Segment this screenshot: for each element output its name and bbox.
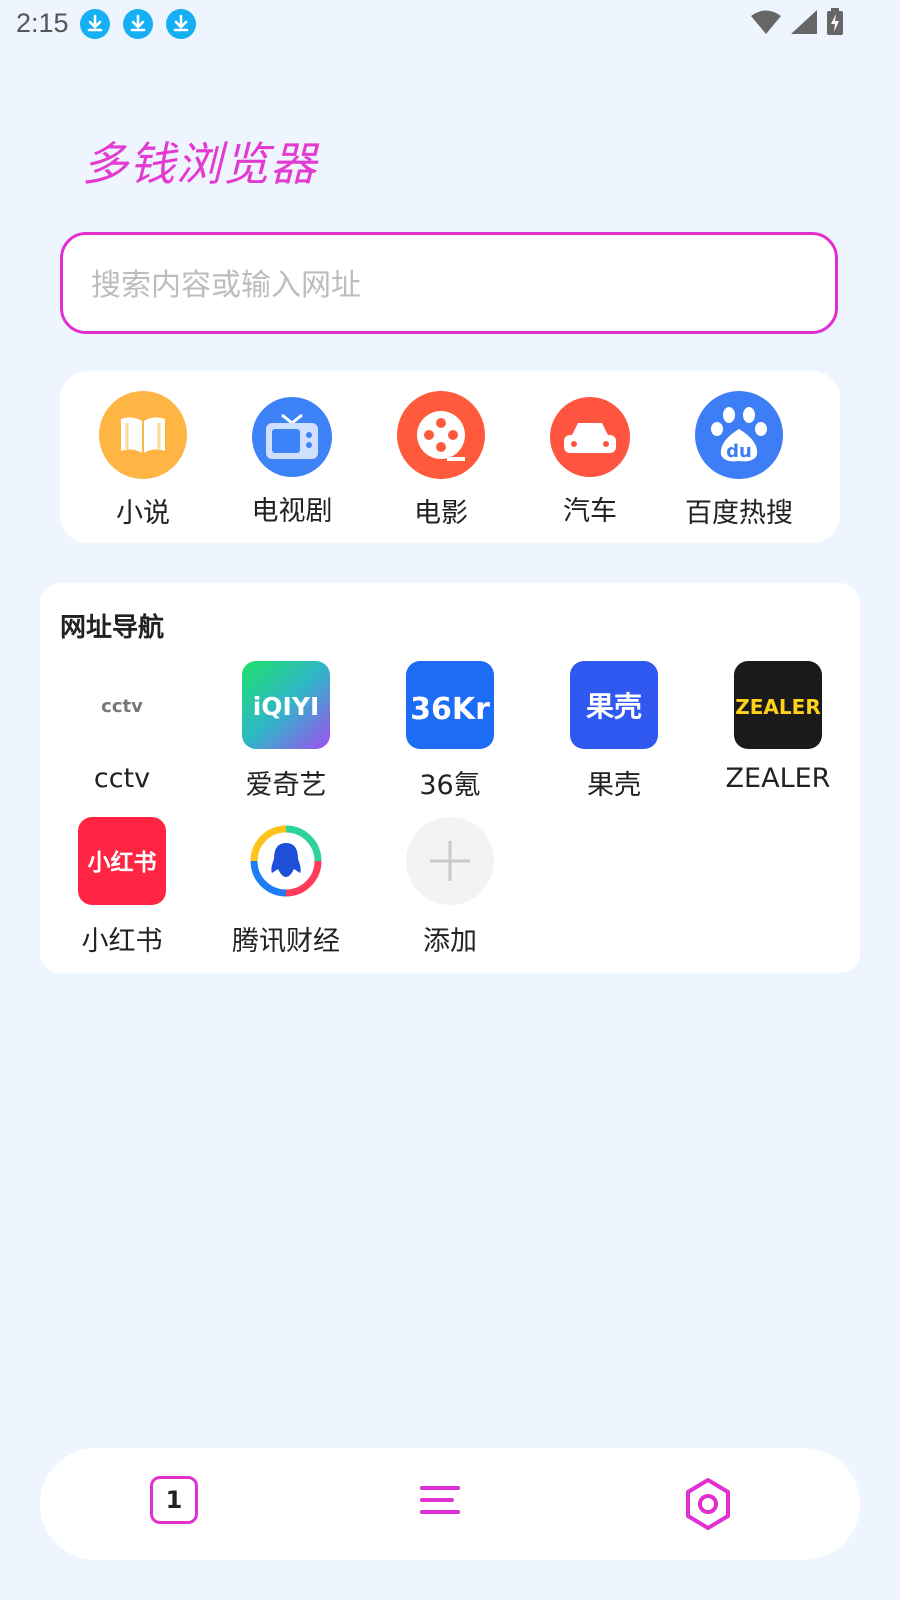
menu-icon [420, 1486, 460, 1514]
tab-count-badge: 1 [150, 1476, 198, 1524]
status-bar: 2:15 [0, 0, 900, 48]
section-title: 网址导航 [60, 613, 165, 643]
menu-button[interactable] [408, 1472, 472, 1536]
nav-item-guokr[interactable]: 果壳 果壳 [532, 661, 696, 802]
zealer-icon: ZEALER [734, 661, 822, 749]
36kr-icon: 36Kr [406, 661, 494, 749]
nav-item-add[interactable]: 添加 [368, 817, 532, 958]
quick-link-movie[interactable]: 电影 [371, 391, 511, 530]
download-icon [123, 9, 153, 39]
baidu-paw-icon: du [695, 391, 783, 479]
nav-item-label: 果壳 [587, 770, 641, 801]
svg-text:果壳: 果壳 [586, 690, 642, 723]
svg-text:du: du [726, 441, 752, 462]
nav-item-label: ZEALER [725, 763, 831, 794]
quick-link-label: 汽车 [563, 496, 617, 527]
guokr-icon: 果壳 [570, 661, 658, 749]
book-icon [99, 391, 187, 479]
nav-item-tencent-finance[interactable]: 腾讯财经 [204, 817, 368, 958]
film-reel-icon [397, 391, 485, 479]
tabs-button[interactable]: 1 [142, 1472, 206, 1536]
download-icon [166, 9, 196, 39]
svg-text:ZEALER: ZEALER [735, 695, 820, 719]
search-input[interactable] [89, 261, 813, 309]
quick-links-card: 小说 电视剧 电影 汽车 du 百度热搜 [60, 371, 840, 543]
nav-item-iqiyi[interactable]: iQIYI 爱奇艺 [204, 661, 368, 802]
nav-item-cctv[interactable]: cctv cctv [40, 661, 204, 794]
url-navigation-card: 网址导航 cctv cctv iQIYI 爱奇艺 36Kr 36氪 果壳 果壳 … [40, 583, 860, 973]
cctv-icon: cctv [78, 661, 166, 749]
tencent-finance-icon [242, 817, 330, 905]
wifi-icon [750, 9, 782, 39]
nav-item-label: 36氪 [419, 770, 481, 801]
quick-link-label: 百度热搜 [685, 498, 793, 529]
bottom-toolbar: 1 [40, 1448, 860, 1560]
search-box[interactable] [60, 232, 838, 334]
iqiyi-icon: iQIYI [242, 661, 330, 749]
download-icon [80, 9, 110, 39]
quick-link-tv[interactable]: 电视剧 [222, 391, 362, 528]
nav-item-zealer[interactable]: ZEALER ZEALER [696, 661, 860, 794]
nav-item-label: cctv [93, 763, 151, 794]
xiaohongshu-icon: 小红书 [78, 817, 166, 905]
nav-item-36kr[interactable]: 36Kr 36氪 [368, 661, 532, 802]
quick-link-label: 电视剧 [251, 496, 333, 527]
battery-charging-icon [826, 8, 844, 40]
tv-icon [252, 397, 332, 477]
nav-item-label: 腾讯财经 [232, 926, 340, 957]
quick-link-car[interactable]: 汽车 [520, 391, 660, 528]
nav-item-label: 小红书 [81, 926, 163, 957]
svg-text:cctv: cctv [101, 696, 143, 717]
app-logo: 多钱浏览器 [82, 137, 317, 191]
settings-hexagon-icon [686, 1478, 730, 1530]
nav-item-label: 添加 [423, 926, 477, 957]
nav-item-label: 爱奇艺 [245, 770, 327, 801]
svg-text:iQIYI: iQIYI [253, 692, 320, 721]
svg-text:36Kr: 36Kr [410, 692, 490, 727]
svg-text:小红书: 小红书 [88, 849, 157, 876]
quick-link-baidu-hot[interactable]: du 百度热搜 [669, 391, 809, 530]
quick-link-label: 电影 [414, 498, 468, 529]
status-time: 2:15 [16, 8, 69, 38]
quick-link-novel[interactable]: 小说 [73, 391, 213, 530]
quick-link-label: 小说 [116, 498, 170, 529]
plus-icon [406, 817, 494, 905]
car-icon [550, 397, 630, 477]
nav-item-xiaohongshu[interactable]: 小红书 小红书 [40, 817, 204, 958]
settings-button[interactable] [676, 1472, 740, 1536]
cell-signal-icon [790, 9, 818, 39]
